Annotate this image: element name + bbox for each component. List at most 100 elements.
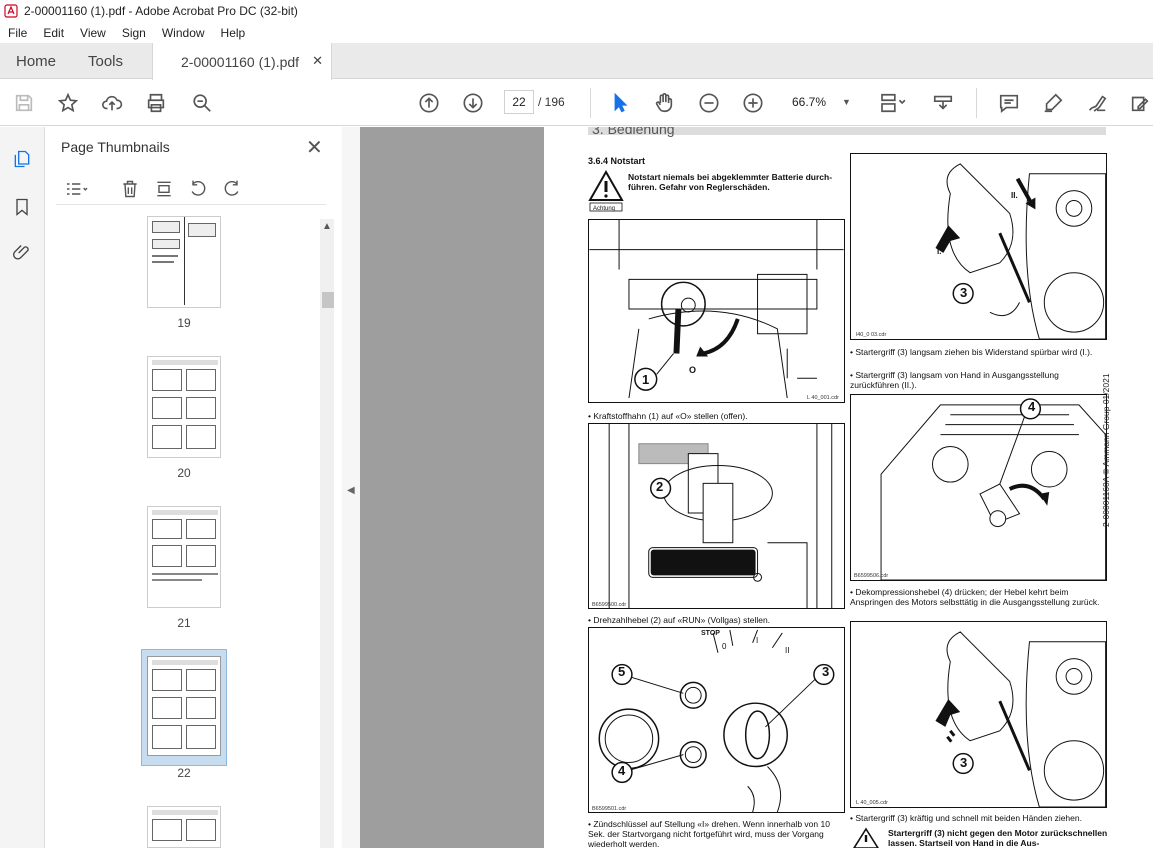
step-ignition: • Zündschlüssel auf Stellung «I» drehen.… <box>588 819 830 848</box>
thumbnail-scrollbar[interactable] <box>320 219 334 848</box>
draw-sign-icon[interactable] <box>1085 91 1109 115</box>
select-cursor-icon[interactable] <box>608 91 632 115</box>
tab-home[interactable]: Home <box>16 43 56 79</box>
menu-file[interactable]: File <box>0 26 35 40</box>
position-I: I <box>756 636 759 645</box>
step-starter-slow: • Startergriff (3) langsam ziehen bis Wi… <box>850 347 1093 357</box>
attachment-icon[interactable] <box>10 241 34 265</box>
menu-edit[interactable]: Edit <box>35 26 72 40</box>
delete-page-icon[interactable] <box>118 177 142 201</box>
document-viewer[interactable]: 3. Bedienung 3.6.4 Notstart Achtung Nots… <box>360 127 1153 848</box>
save-icon[interactable] <box>12 91 36 115</box>
thumbnail-page-22[interactable] <box>147 656 221 756</box>
hand-tool-icon[interactable] <box>652 91 676 115</box>
page-thumbnails-icon[interactable] <box>10 147 34 171</box>
thumbnail-page-20[interactable] <box>147 356 221 458</box>
thumbnail-page-21[interactable] <box>147 506 221 608</box>
menu-view[interactable]: View <box>72 26 114 40</box>
callout-3: 3 <box>960 755 968 770</box>
figure-throttle-lever: 2 B6599500.cdr <box>588 423 845 609</box>
chevron-down-icon: ▼ <box>842 97 851 107</box>
scroll-mode-icon[interactable] <box>931 91 955 115</box>
starter-fast-illustration <box>935 631 1106 807</box>
page-display-icon[interactable] <box>875 91 911 115</box>
panel-collapse-handle[interactable]: ◀ <box>342 127 360 848</box>
thumbnail-label: 21 <box>177 616 191 630</box>
extract-page-icon[interactable] <box>152 177 176 201</box>
starter-pull-illustration <box>935 163 1106 339</box>
page-count: / 196 <box>538 95 565 109</box>
toolbar-divider <box>590 88 591 118</box>
stop-label: STOP <box>701 630 720 637</box>
bookmark-icon[interactable] <box>10 195 34 219</box>
close-tab-icon[interactable]: ✕ <box>312 53 323 69</box>
title-bar: 2-00001160 (1).pdf - Adobe Acrobat Pro D… <box>0 0 1153 22</box>
warning-text-2: Startergriff (3) nicht gegen den Motor z… <box>888 828 1108 848</box>
callout-3: 3 <box>822 664 830 679</box>
callout-II: II. <box>1011 191 1018 200</box>
zoom-value: 66.7% <box>792 95 827 109</box>
callout-4: 4 <box>1028 399 1036 414</box>
step-text: Startergriff (3) langsam von Hand in Aus… <box>850 370 1059 390</box>
thumbnails-toolbar <box>56 175 326 205</box>
step-starter-fast: • Startergriff (3) kräftig und schnell m… <box>850 813 1082 823</box>
zoom-search-icon[interactable] <box>190 91 214 115</box>
rotate-right-icon[interactable] <box>220 177 244 201</box>
tab-document-label: 2-00001160 (1).pdf <box>181 53 300 70</box>
comment-icon[interactable] <box>997 91 1021 115</box>
step-text: Kraftstoffhahn (1) auf «O» stellen (offe… <box>593 411 748 421</box>
thumbnail-label: 20 <box>177 466 191 480</box>
thumbnails-title: Page Thumbnails <box>61 139 170 155</box>
pdf-page: 3. Bedienung 3.6.4 Notstart Achtung Nots… <box>544 127 1153 848</box>
thumbnail-page-23[interactable] <box>147 806 221 848</box>
fill-sign-icon[interactable] <box>1128 91 1152 115</box>
print-icon[interactable] <box>144 91 168 115</box>
rotate-left-icon[interactable] <box>186 177 210 201</box>
callout-2: 2 <box>656 479 664 494</box>
figure-id: L 40_001.cdr <box>807 395 839 401</box>
figure-starter-fast: 3 L 40_005.cdr <box>850 621 1107 808</box>
callout-4: 4 <box>618 763 626 778</box>
previous-page-icon[interactable] <box>417 91 441 115</box>
close-panel-icon[interactable]: ✕ <box>306 135 323 160</box>
options-menu-icon[interactable] <box>60 177 94 201</box>
menu-sign[interactable]: Sign <box>114 26 154 40</box>
callout-1: 1 <box>642 372 650 387</box>
step-text: Zündschlüssel auf Stellung «I» drehen. W… <box>588 819 830 848</box>
scrollbar-thumb[interactable] <box>322 292 334 308</box>
tab-tools[interactable]: Tools <box>88 43 123 79</box>
zoom-select[interactable]: 66.7% ▼ <box>786 90 856 114</box>
zoom-out-icon[interactable] <box>697 91 721 115</box>
fuel-valve-illustration <box>589 220 844 399</box>
star-icon[interactable] <box>56 91 80 115</box>
figure-decompression-lever: 4 B6599506.cdr <box>850 394 1107 581</box>
menu-window[interactable]: Window <box>154 26 213 40</box>
next-page-icon[interactable] <box>461 91 485 115</box>
step-starter-return: • Startergriff (3) langsam von Hand in A… <box>850 370 1059 390</box>
section-header: 3. Bedienung <box>588 127 1106 137</box>
thumbnail-page-19[interactable] <box>147 216 221 308</box>
tab-document[interactable]: 2-00001160 (1).pdf ✕ <box>152 43 332 80</box>
menu-bar: File Edit View Sign Window Help <box>0 22 1153 43</box>
callout-o: O <box>689 365 697 375</box>
chevron-left-icon: ◀ <box>347 485 355 496</box>
step-text: Startergriff (3) langsam ziehen bis Wide… <box>855 347 1093 357</box>
toolbar: 22 / 196 66.7% ▼ <box>0 80 1153 126</box>
callout-I: I. <box>937 247 942 256</box>
scroll-up-icon[interactable]: ▲ <box>322 221 332 232</box>
step-decompression: • Dekompressionshebel (4) drücken; der H… <box>850 587 1100 607</box>
step-text: Dekompressionshebel (4) drücken; der Heb… <box>850 587 1100 607</box>
callout-5: 5 <box>618 664 626 679</box>
figure-id: L 40_005.cdr <box>856 800 888 806</box>
zoom-in-icon[interactable] <box>741 91 765 115</box>
upload-cloud-icon[interactable] <box>100 91 124 115</box>
figure-id: B6599506.cdr <box>854 573 889 579</box>
throttle-lever-illustration <box>608 424 833 608</box>
page-number-input[interactable]: 22 <box>504 90 534 114</box>
highlight-pen-icon[interactable] <box>1041 91 1065 115</box>
document-footer-id: 2-00001160A © Ammann Group 01/2021 <box>1101 373 1111 527</box>
figure-id: B6599500.cdr <box>592 602 627 608</box>
menu-help[interactable]: Help <box>213 26 254 40</box>
figure-fuel-valve: 1 O L 40_001.cdr <box>588 219 845 403</box>
step-fuel-valve: • Kraftstoffhahn (1) auf «O» stellen (of… <box>588 411 748 421</box>
